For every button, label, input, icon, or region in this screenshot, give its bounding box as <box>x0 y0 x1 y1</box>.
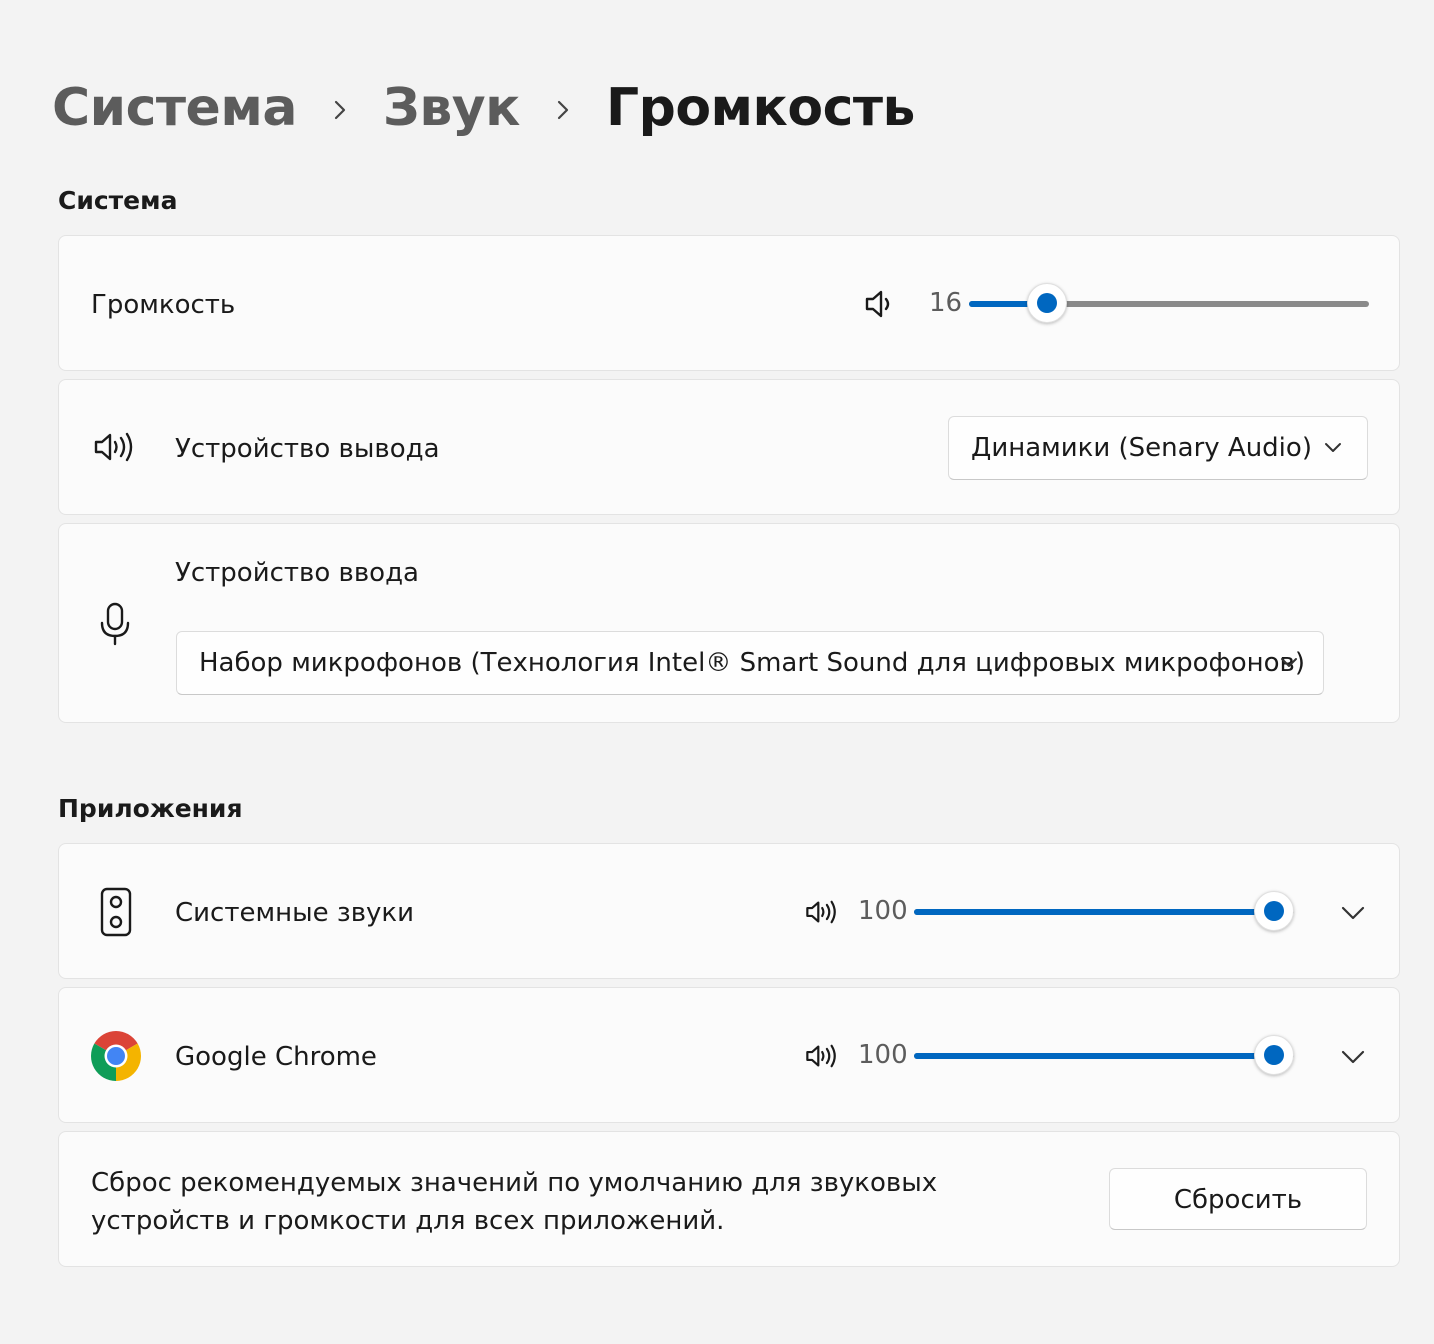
chevron-down-icon[interactable] <box>1340 1049 1366 1065</box>
section-title-system: Система <box>58 186 178 215</box>
system-sounds-speaker-icon <box>100 887 132 937</box>
breadcrumb: Система Звук Громкость <box>52 68 915 148</box>
app-volume-value: 100 <box>858 896 908 926</box>
chevron-right-icon <box>297 89 383 127</box>
slider-fill <box>914 1053 1274 1059</box>
microphone-icon <box>100 602 130 646</box>
master-volume-label: Громкость <box>91 290 236 320</box>
master-volume-slider[interactable] <box>969 283 1369 323</box>
breadcrumb-system[interactable]: Система <box>52 78 297 138</box>
output-device-selected: Динамики (Senary Audio) <box>971 433 1312 463</box>
speaker-high-icon[interactable] <box>805 897 841 927</box>
output-device-dropdown[interactable]: Динамики (Senary Audio) <box>948 416 1368 480</box>
speaker-high-icon[interactable] <box>805 1041 841 1071</box>
input-device-card: Устройство ввода Набор микрофонов (Техно… <box>58 523 1400 723</box>
input-device-dropdown[interactable]: Набор микрофонов (Технология Intel® Smar… <box>176 631 1324 695</box>
app-volume-slider[interactable] <box>914 1035 1294 1075</box>
chrome-logo-icon <box>91 1031 141 1081</box>
slider-thumb[interactable] <box>1026 283 1067 323</box>
speaker-low-icon[interactable] <box>863 288 897 320</box>
chevron-down-icon[interactable] <box>1340 905 1366 921</box>
master-volume-card: Громкость 16 <box>58 235 1400 371</box>
app-name: Google Chrome <box>175 1042 377 1072</box>
input-device-selected: Набор микрофонов (Технология Intel® Smar… <box>199 648 1306 678</box>
slider-thumb[interactable] <box>1254 1035 1294 1075</box>
section-title-apps: Приложения <box>58 794 243 823</box>
app-volume-slider[interactable] <box>914 891 1294 931</box>
app-row-system-sounds: Системные звуки 100 <box>58 843 1400 979</box>
output-device-card: Устройство вывода Динамики (Senary Audio… <box>58 379 1400 515</box>
master-volume-value: 16 <box>929 288 963 318</box>
chevron-down-icon <box>1325 443 1341 452</box>
input-device-label: Устройство ввода <box>175 558 419 588</box>
slider-fill <box>914 909 1274 915</box>
page-title: Громкость <box>605 78 915 138</box>
slider-thumb[interactable] <box>1254 891 1294 931</box>
app-volume-value: 100 <box>858 1040 908 1070</box>
speaker-high-icon <box>94 432 133 462</box>
reset-card: Сброс рекомендуемых значений по умолчани… <box>58 1131 1400 1267</box>
app-row-google-chrome: Google Chrome 100 <box>58 987 1400 1123</box>
output-device-label: Устройство вывода <box>175 434 440 464</box>
chevron-right-icon <box>520 89 606 127</box>
chevron-down-icon <box>1281 658 1297 667</box>
app-name: Системные звуки <box>175 898 415 928</box>
reset-description: Сброс рекомендуемых значений по умолчани… <box>91 1168 938 1236</box>
breadcrumb-sound[interactable]: Звук <box>383 78 521 138</box>
reset-button[interactable]: Сбросить <box>1109 1168 1367 1230</box>
